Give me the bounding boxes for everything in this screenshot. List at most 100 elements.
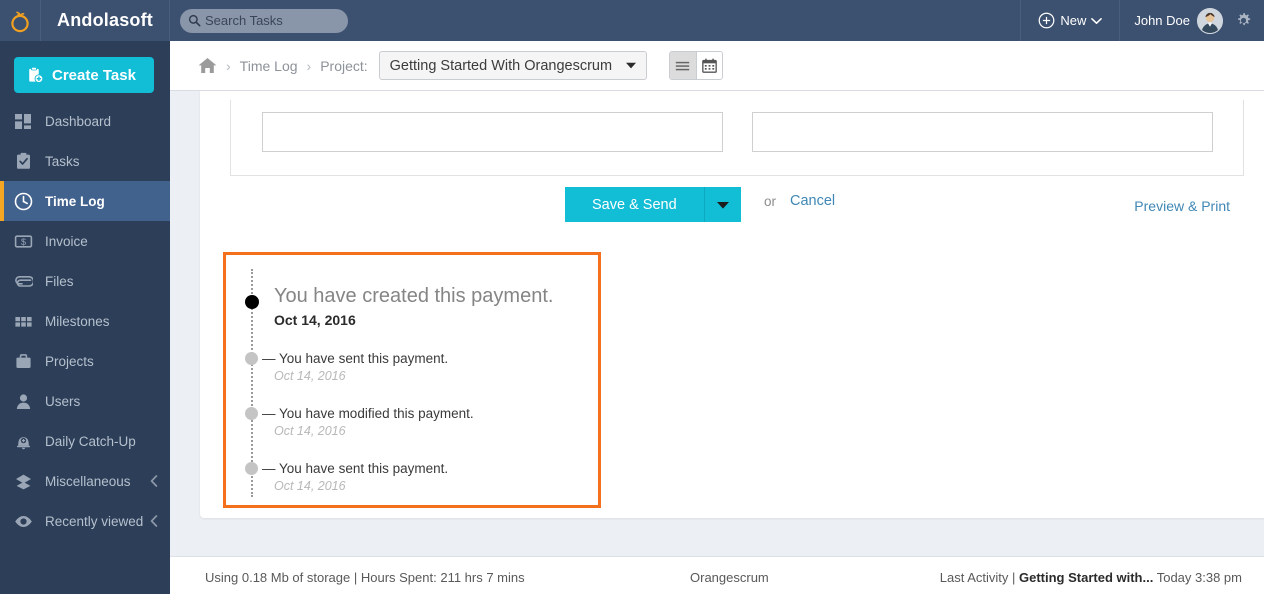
or-text: or [764,194,777,209]
project-select[interactable]: Getting Started With Orangescrum [378,51,647,80]
app-logo[interactable] [0,0,41,41]
person-icon [16,393,31,409]
sidebar-item-milestones[interactable]: Milestones [0,301,170,341]
content-scroll-area[interactable]: Save & Send or Cancel Preview & Print Yo… [170,91,1264,556]
breadcrumb-time-log[interactable]: Time Log [240,58,298,74]
calendar-view-button[interactable] [695,52,722,79]
create-task-label: Create Task [52,66,136,84]
timeline-entry-date: Oct 14, 2016 [274,312,356,328]
sidebar-item-label: Users [45,393,81,409]
calendar-view-icon [701,58,717,73]
breadcrumb-bar: › Time Log › Project: Getting Started Wi… [170,41,1264,91]
timeline-entry-date: Oct 14, 2016 [274,369,346,383]
sidebar-item-label: Time Log [45,193,105,209]
clipboard-plus-icon [29,66,44,83]
footer-bar: Using 0.18 Mb of storage | Hours Spent: … [170,556,1264,594]
timeline-dot [245,407,258,420]
footer-last-activity: Last Activity | Getting Started with... … [940,570,1242,585]
breadcrumb-project-label: Project: [320,57,368,74]
activity-timeline-box: You have created this payment. Oct 14, 2… [223,252,601,508]
paperclip-icon [15,275,33,287]
sidebar-item-daily-catch-up[interactable]: Daily Catch-Up [0,421,170,461]
sidebar-item-tasks[interactable]: Tasks [0,141,170,181]
timeline-dot [245,462,258,475]
sidebar-item-label: Recently viewed [45,513,144,529]
sidebar-item-files[interactable]: Files [0,261,170,301]
home-icon[interactable] [198,57,217,74]
sidebar-item-label: Daily Catch-Up [45,433,136,449]
top-bar: Andolasoft New John Doe [0,0,1264,41]
sidebar-item-dashboard[interactable]: Dashboard [0,101,170,141]
dashboard-grid-icon [15,113,31,129]
sidebar: Create Task Dashboard Tasks Time Log $ I… [0,41,170,594]
svg-text:$: $ [21,237,26,247]
save-and-send-label: Save & Send [592,196,677,213]
cancel-link[interactable]: Cancel [790,193,835,209]
search-icon [188,14,201,27]
chevron-left-icon[interactable] [150,475,158,487]
avatar [1197,7,1223,34]
layers-icon [16,474,31,489]
preview-and-print-link[interactable]: Preview & Print [1134,198,1230,214]
settings-button[interactable] [1231,12,1264,29]
invoice-dollar-icon: $ [14,234,33,248]
content-panel: Save & Send or Cancel Preview & Print Yo… [200,91,1264,518]
search-box[interactable] [180,8,348,33]
sidebar-item-label: Files [45,273,74,289]
notes-form-box [230,100,1244,176]
timeline-entry-title: — You have sent this payment. [262,461,449,476]
caret-down-icon [625,62,636,69]
gear-icon [1238,13,1251,26]
sidebar-item-label: Milestones [45,313,110,329]
sidebar-item-miscellaneous[interactable]: Miscellaneous [0,461,170,501]
eye-icon [15,515,32,527]
plus-circle-icon [1038,12,1055,29]
list-view-button[interactable] [669,52,696,79]
sidebar-item-time-log[interactable]: Time Log [0,181,170,221]
breadcrumb-separator: › [306,57,312,74]
create-task-button[interactable]: Create Task [14,57,154,93]
note-right-textarea[interactable] [752,112,1213,152]
sidebar-item-label: Projects [45,353,94,369]
save-and-send-dropdown-toggle[interactable] [705,201,741,209]
chevron-left-icon[interactable] [150,515,158,527]
sidebar-item-projects[interactable]: Projects [0,341,170,381]
brand: Andolasoft [41,0,170,41]
footer-last-activity-prefix: Last Activity | [939,570,1019,585]
clipboard-check-icon [17,152,30,169]
save-and-send-button[interactable]: Save & Send [565,187,741,222]
sidebar-item-label: Miscellaneous [45,473,131,489]
sidebar-item-label: Tasks [45,153,80,169]
timeline-entry-title: — You have sent this payment. [262,351,449,366]
project-select-value: Getting Started With Orangescrum [389,57,613,74]
actions-row: Save & Send or Cancel Preview & Print [200,187,1264,231]
footer-last-activity-time: Today 3:38 pm [1153,570,1242,585]
brand-name: Andolasoft [57,10,153,30]
bell-plus-icon [17,436,30,449]
timeline-entry-date: Oct 14, 2016 [274,479,346,493]
view-toggle [668,51,723,80]
footer-storage-text: Using 0.18 Mb of storage | Hours Spent: … [205,570,525,585]
timeline-entry-title: — You have modified this payment. [262,406,474,421]
timeline-entry-date: Oct 14, 2016 [274,424,346,438]
sidebar-item-label: Invoice [45,233,88,249]
note-left-textarea[interactable] [262,112,723,152]
sidebar-item-users[interactable]: Users [0,381,170,421]
user-menu[interactable]: John Doe [1120,0,1231,41]
footer-product-name: Orangescrum [690,570,769,585]
new-button[interactable]: New [1020,0,1121,41]
breadcrumb-separator: › [226,57,231,74]
footer-sidebar-filler [0,556,170,594]
timeline-dot [245,352,258,365]
sidebar-item-label: Dashboard [45,113,112,129]
milestones-grid-icon [15,316,32,327]
briefcase-icon [16,353,31,368]
caret-down-icon [717,201,729,209]
search-input[interactable] [205,13,335,28]
sidebar-item-recently-viewed[interactable]: Recently viewed [0,501,170,541]
sidebar-item-invoice[interactable]: $ Invoice [0,221,170,261]
clock-icon [14,192,33,210]
list-view-icon [675,61,690,70]
orange-fruit-logo-icon [11,10,29,32]
footer-last-activity-project: Getting Started with... [1019,570,1154,585]
